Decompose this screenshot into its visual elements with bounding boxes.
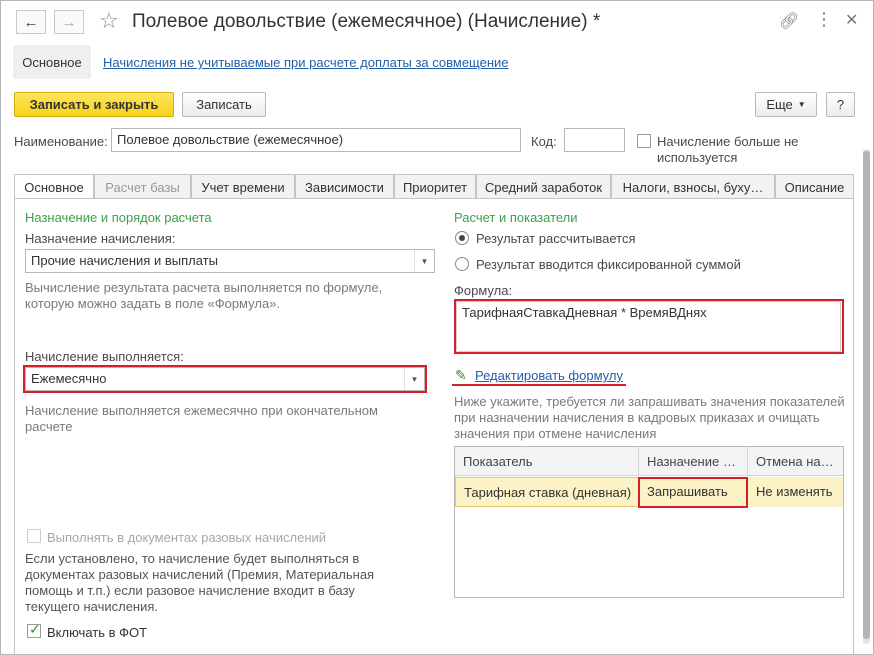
- save-close-button[interactable]: Записать и закрыть: [14, 92, 174, 117]
- window-title: Полевое довольствие (ежемесячное) (Начис…: [132, 11, 601, 32]
- edit-formula-link[interactable]: Редактировать формулу: [475, 368, 623, 383]
- onetime-label: Выполнять в документах разовых начислени…: [47, 530, 327, 545]
- more-button[interactable]: Еще ▼: [755, 92, 817, 117]
- tab-priority[interactable]: Приоритет: [394, 174, 476, 199]
- vertical-scrollbar[interactable]: [863, 149, 870, 644]
- unused-label-line1: Начисление больше не: [657, 134, 799, 149]
- purpose-select-value: Прочие начисления и выплаты: [31, 253, 218, 268]
- back-button[interactable]: ←: [16, 10, 46, 34]
- period-hint-line1: Начисление выполняется ежемесячно при ок…: [25, 403, 378, 418]
- name-label: Наименование:: [14, 134, 108, 149]
- scrollbar-thumb[interactable]: [863, 151, 870, 639]
- pencil-icon[interactable]: ✎: [455, 367, 467, 384]
- radio-calculated-label: Результат рассчитывается: [476, 231, 636, 246]
- form-window: ← → ☆ Полевое довольствие (ежемесячное) …: [0, 0, 874, 655]
- onetime-checkbox[interactable]: [27, 529, 41, 543]
- tab-description[interactable]: Описание: [775, 174, 854, 199]
- unused-label-line2: используется: [657, 150, 738, 165]
- link-icon[interactable]: 🔗︎: [779, 11, 799, 31]
- close-icon[interactable]: ✕: [845, 10, 858, 30]
- highlight-formula: [454, 299, 844, 354]
- tab-time-tracking[interactable]: Учет времени: [191, 174, 295, 199]
- subnav-link-combination[interactable]: Начисления не учитываемые при расчете до…: [103, 55, 509, 70]
- indicators-table: Показатель Назначение … Отмена на… Тариф…: [454, 446, 844, 598]
- purpose-select[interactable]: Прочие начисления и выплаты ▼: [25, 249, 435, 273]
- section-calculation: Расчет и показатели: [454, 210, 578, 225]
- tab-main[interactable]: Основное: [14, 174, 94, 200]
- onetime-hint-line2: документах разовых начислений (Премия, М…: [25, 567, 375, 582]
- column-header-indicator[interactable]: Показатель: [455, 447, 639, 476]
- tab-dependencies[interactable]: Зависимости: [295, 174, 394, 199]
- column-header-assignment[interactable]: Назначение …: [639, 447, 748, 476]
- onetime-hint-line4: текущего начисления.: [25, 599, 159, 614]
- forward-button[interactable]: →: [54, 10, 84, 34]
- arrow-left-icon: ←: [23, 13, 39, 31]
- arrow-right-icon: →: [61, 13, 77, 31]
- tab-taxes[interactable]: Налоги, взносы, буху…: [611, 174, 775, 199]
- purpose-hint-line1: Вычисление результата расчета выполняетс…: [25, 280, 383, 295]
- radio-fixed-label: Результат вводится фиксированной суммой: [476, 257, 741, 272]
- help-button[interactable]: ?: [826, 92, 855, 117]
- table-cell-indicator[interactable]: Тарифная ставка (дневная): [455, 477, 639, 507]
- favorite-star-icon[interactable]: ☆: [99, 8, 119, 34]
- caret-down-icon: ▼: [797, 100, 806, 109]
- grid-hint-line3: значения при отмене начисления: [454, 426, 657, 441]
- onetime-hint-line1: Если установлено, то начисление будет вы…: [25, 551, 360, 566]
- purpose-hint-line2: которую можно задать в поле «Формула».: [25, 296, 281, 311]
- purpose-label: Назначение начисления:: [25, 231, 176, 246]
- onetime-hint-line3: помощь и т.п.) если разовое начисление в…: [25, 583, 355, 598]
- checkmark-icon: ✓: [29, 621, 41, 637]
- table-cell-cancel[interactable]: Не изменять: [748, 477, 843, 507]
- save-button[interactable]: Записать: [182, 92, 266, 117]
- code-label: Код:: [531, 134, 557, 149]
- highlight-assignment-cell: [638, 477, 748, 508]
- name-input[interactable]: Полевое довольствие (ежемесячное): [111, 128, 521, 152]
- period-label: Начисление выполняется:: [25, 349, 184, 364]
- radio-fixed[interactable]: [455, 257, 469, 271]
- fot-checkbox[interactable]: ✓: [27, 621, 41, 638]
- highlight-period: [23, 365, 427, 393]
- tab-average-earnings[interactable]: Средний заработок: [476, 174, 611, 199]
- column-header-cancel[interactable]: Отмена на…: [748, 447, 843, 476]
- radio-calculated[interactable]: [455, 231, 469, 245]
- grid-hint-line1: Ниже укажите, требуется ли запрашивать з…: [454, 394, 845, 409]
- section-purpose: Назначение и порядок расчета: [25, 210, 212, 225]
- highlight-underline: [452, 384, 626, 386]
- grid-hint-line2: при назначении начисления в кадровых при…: [454, 410, 820, 425]
- tab-base-calc[interactable]: Расчет базы: [94, 174, 191, 199]
- subnav-main[interactable]: Основное: [13, 45, 91, 79]
- formula-label: Формула:: [454, 283, 513, 298]
- period-hint-line2: расчете: [25, 419, 73, 434]
- fot-label: Включать в ФОТ: [47, 625, 148, 640]
- unused-checkbox[interactable]: [637, 134, 651, 148]
- code-input[interactable]: [564, 128, 625, 152]
- more-vertical-icon[interactable]: ⋮: [815, 9, 833, 30]
- more-button-label: Еще: [766, 97, 793, 112]
- dropdown-arrow-icon[interactable]: ▼: [414, 250, 434, 272]
